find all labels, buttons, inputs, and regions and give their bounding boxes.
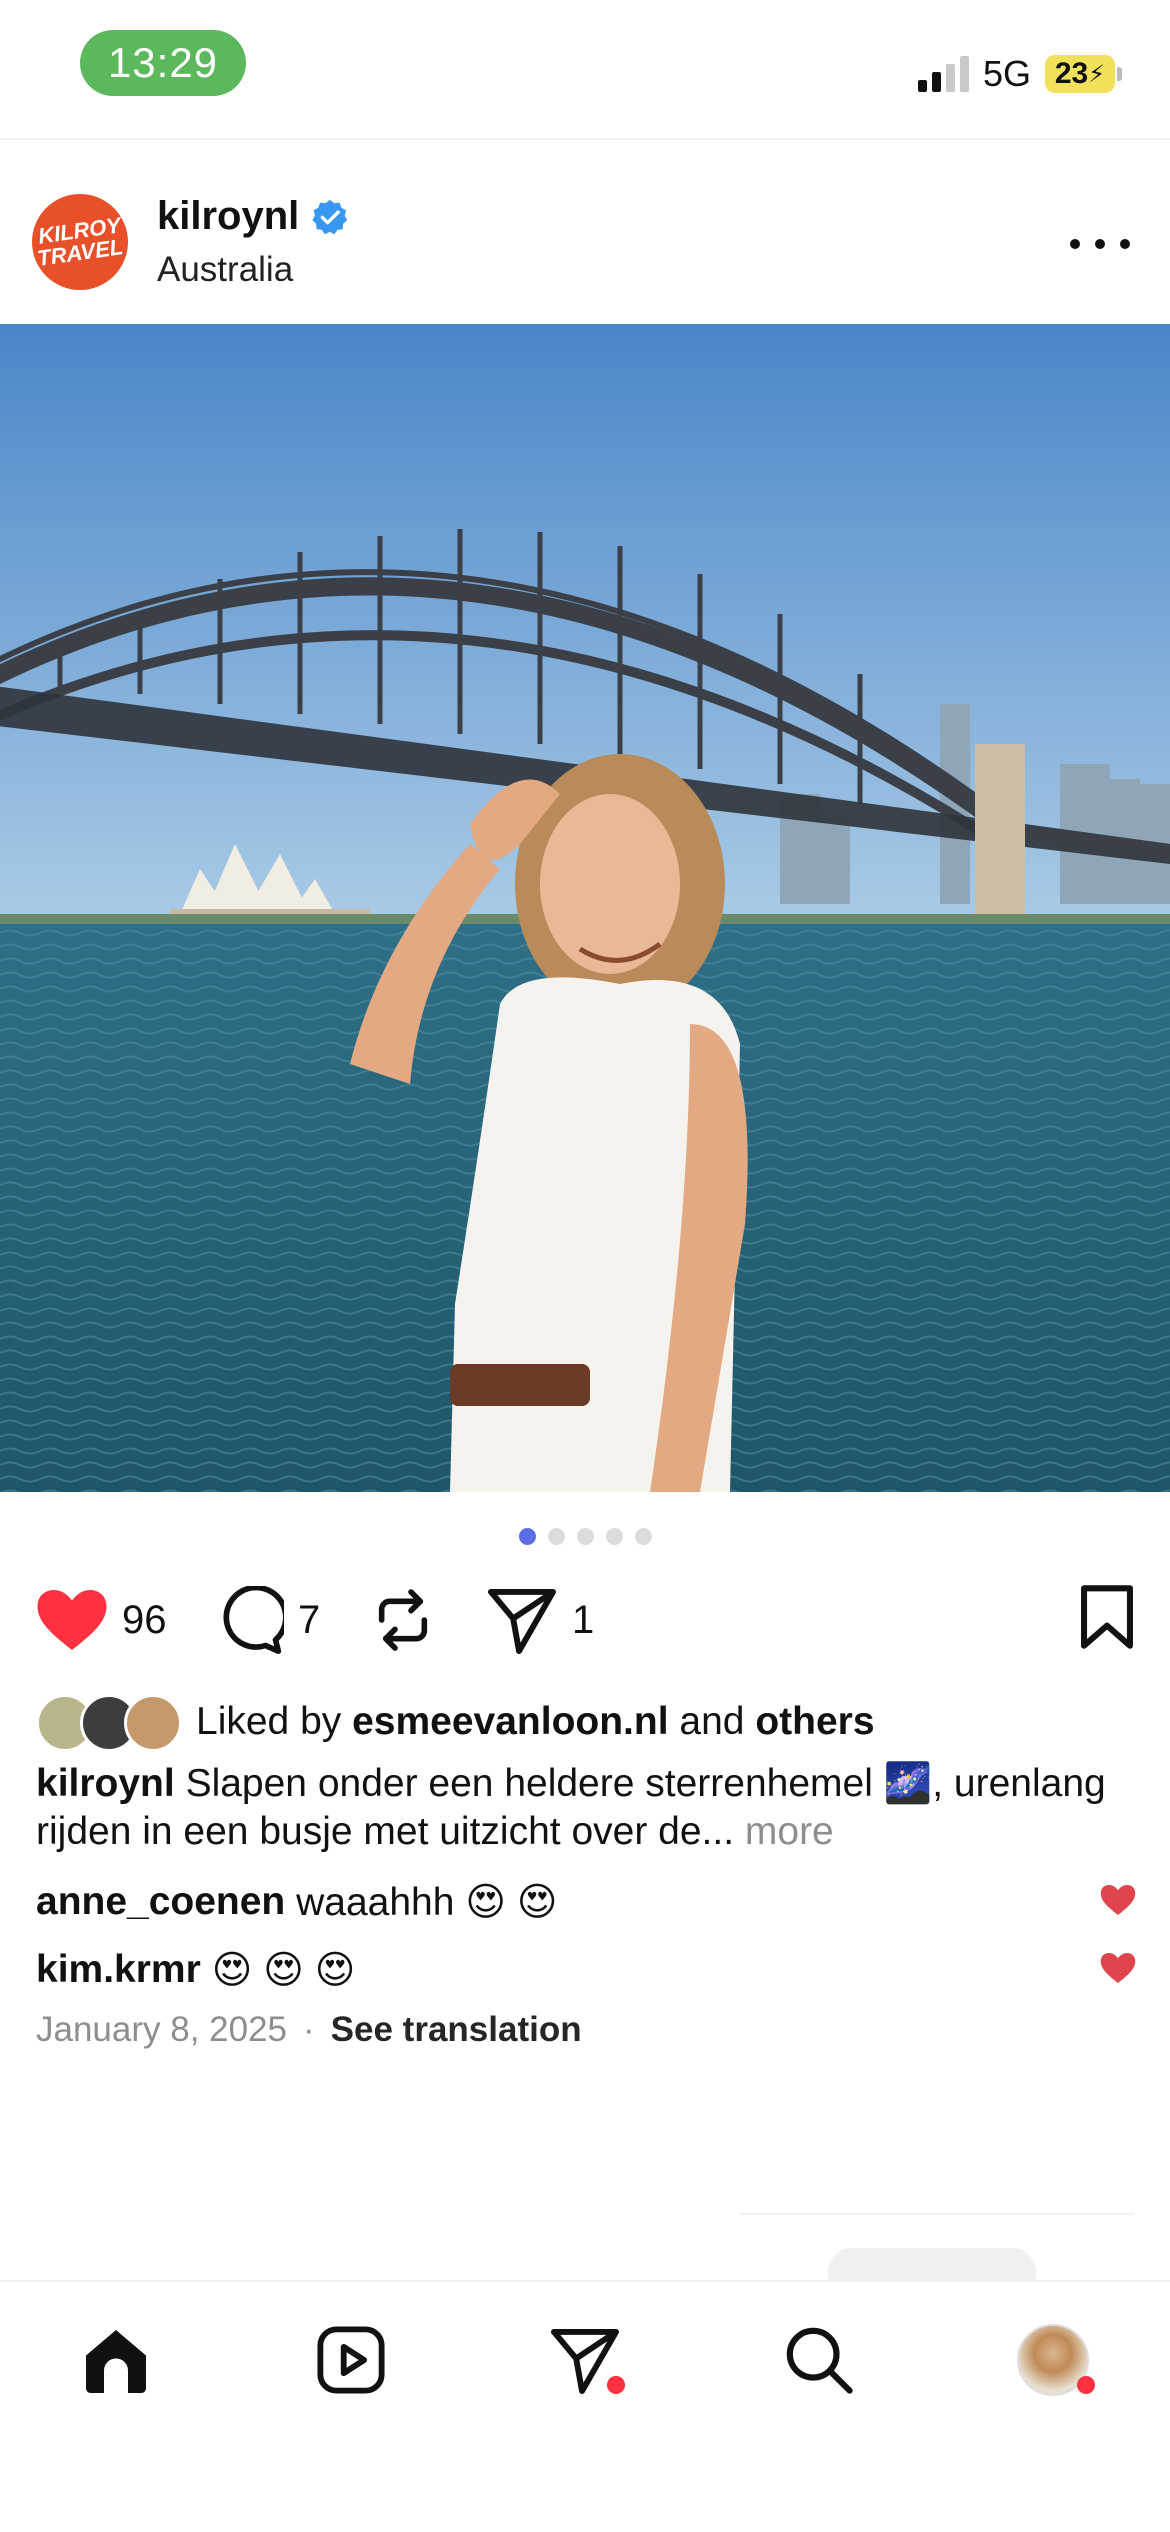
paper-plane-icon — [487, 1588, 556, 1654]
carousel-dot — [634, 1528, 652, 1545]
comment-count: 7 — [298, 1597, 321, 1642]
carousel-indicator — [0, 1528, 1170, 1545]
author-avatar[interactable]: KILROY TRAVEL — [32, 194, 128, 290]
carousel-dot — [518, 1528, 536, 1545]
repost-button[interactable] — [371, 1580, 435, 1660]
liked-by-user[interactable]: esmeevanloon.nl — [352, 1700, 668, 1744]
caption-text: Slapen onder een heldere sterrenhemel 🌌,… — [36, 1762, 1106, 1853]
status-time: 13:29 — [80, 30, 246, 96]
comment-username[interactable]: kim.krmr — [36, 1948, 201, 1992]
status-bar: 13:29 5G 23 ⚡ — [0, 0, 1170, 140]
author-username[interactable]: kilroynl — [157, 194, 349, 239]
search-icon — [786, 2327, 853, 2394]
comment-bubble-icon — [223, 1586, 284, 1654]
cellular-signal-icon — [917, 56, 969, 92]
post-photo[interactable] — [0, 324, 1170, 1492]
comment-username[interactable]: anne_coenen — [36, 1880, 285, 1924]
carousel-dot — [547, 1528, 565, 1545]
post-location[interactable]: Australia — [157, 250, 293, 290]
post-meta: January 8, 2025 · See translation — [36, 2010, 582, 2050]
meta-separator: · — [303, 2010, 315, 2049]
liked-by-prefix: Liked by — [196, 1700, 342, 1743]
post-date: January 8, 2025 — [36, 2010, 288, 2049]
tab-profile[interactable] — [1013, 2320, 1095, 2400]
heart-filled-icon — [37, 1590, 107, 1650]
verified-badge-icon — [312, 199, 348, 234]
comment-text: waaahhh 😍 😍 — [296, 1880, 558, 1924]
liked-by-avatars — [36, 1692, 186, 1752]
share-count: 1 — [572, 1597, 595, 1642]
post-caption[interactable]: kilroynl Slapen onder een heldere sterre… — [36, 1760, 1136, 1856]
caption-username[interactable]: kilroynl — [36, 1762, 175, 1805]
comment-like-icon[interactable] — [1100, 1884, 1136, 1916]
share-button[interactable]: 1 — [486, 1580, 594, 1660]
notification-dot — [1077, 2376, 1095, 2394]
reels-icon — [317, 2326, 385, 2394]
author-username-text: kilroynl — [157, 194, 300, 238]
comment-row[interactable]: kim.krmr 😍 😍 😍 — [36, 1940, 1136, 2000]
comment-like-icon[interactable] — [1100, 1952, 1136, 1984]
tab-reels[interactable] — [311, 2320, 391, 2400]
see-translation-link[interactable]: See translation — [331, 2010, 582, 2050]
carousel-dot — [605, 1528, 623, 1545]
tab-search[interactable] — [779, 2320, 859, 2400]
next-post-divider — [740, 2213, 1134, 2215]
liked-by-others[interactable]: others — [755, 1700, 874, 1744]
avatar — [124, 1694, 182, 1752]
post-header: KILROY TRAVEL kilroynl Australia — [0, 142, 1170, 324]
bottom-tab-bar — [0, 2280, 1170, 2532]
comment-text: 😍 😍 😍 — [211, 1948, 356, 1992]
caption-more-link[interactable]: more — [745, 1810, 834, 1853]
liked-by-row[interactable]: Liked by esmeevanloon.nl and others — [36, 1690, 875, 1754]
comment-button[interactable]: 7 — [216, 1580, 320, 1660]
network-type: 5G — [982, 53, 1031, 94]
photo-illustration — [0, 324, 1170, 1492]
tab-messages[interactable] — [545, 2320, 625, 2400]
bookmark-icon — [1081, 1585, 1133, 1649]
comment-row[interactable]: anne_coenen waaahhh 😍 😍 — [36, 1872, 1136, 1932]
like-count: 96 — [122, 1597, 167, 1642]
carousel-dot — [576, 1528, 594, 1545]
battery-icon: 23 ⚡ — [1045, 55, 1122, 93]
battery-level: 23 — [1054, 57, 1089, 90]
status-indicators: 5G 23 ⚡ — [917, 48, 1122, 100]
home-icon — [86, 2330, 146, 2393]
like-button[interactable]: 96 — [36, 1580, 167, 1660]
liked-by-and: and — [679, 1700, 745, 1743]
post-actions: 96 7 1 — [36, 1580, 1136, 1660]
more-options-icon[interactable] — [1070, 224, 1130, 264]
notification-dot — [607, 2376, 625, 2394]
repost-icon — [378, 1589, 428, 1651]
tab-home[interactable] — [76, 2320, 156, 2400]
save-button[interactable] — [1078, 1584, 1136, 1655]
